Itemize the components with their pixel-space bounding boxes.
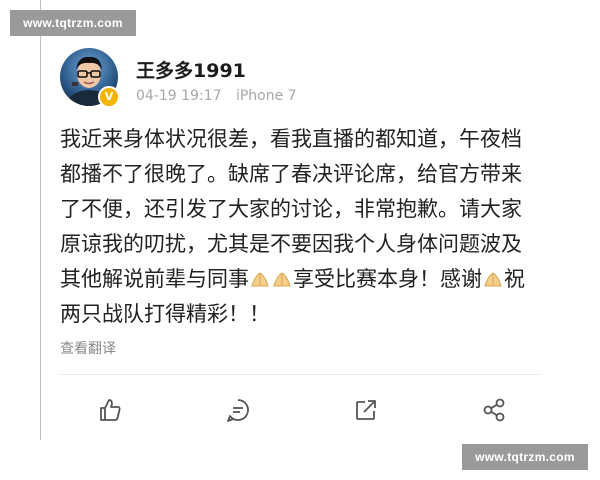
repost-icon: [356, 400, 376, 420]
verified-badge-icon: V: [98, 86, 120, 108]
divider: [60, 374, 540, 375]
praying-hands-emoji-icon: [251, 272, 269, 287]
post-meta: 04-19 19:17 iPhone 7: [136, 88, 307, 104]
like-icon: [100, 399, 121, 421]
post-text-part-2: 享受比赛本身！感谢: [293, 267, 482, 291]
post-timestamp: 04-19 19:17: [136, 88, 222, 104]
repost-button[interactable]: [352, 396, 380, 424]
post-content: 我近来身体状况很差，看我直播的都知道，午夜档都播不了很晚了。缺席了春决评论席，给…: [60, 122, 540, 332]
view-translation-link[interactable]: 查看翻译: [60, 338, 116, 358]
share-icon: [483, 398, 505, 422]
share-button[interactable]: [480, 396, 508, 424]
username[interactable]: 王多多1991: [136, 56, 246, 83]
action-bar: [96, 396, 516, 426]
avatar[interactable]: V: [60, 48, 120, 108]
like-button[interactable]: [96, 396, 124, 424]
praying-hands-emoji-icon: [484, 272, 502, 287]
praying-hands-emoji-icon: [273, 272, 291, 287]
left-border-line: [40, 0, 41, 440]
watermark-top: www.tqtrzm.com: [10, 10, 136, 36]
watermark-bottom: www.tqtrzm.com: [462, 444, 588, 470]
comment-button[interactable]: [224, 396, 252, 424]
post-device: iPhone 7: [235, 88, 297, 104]
comment-icon: [227, 399, 249, 422]
